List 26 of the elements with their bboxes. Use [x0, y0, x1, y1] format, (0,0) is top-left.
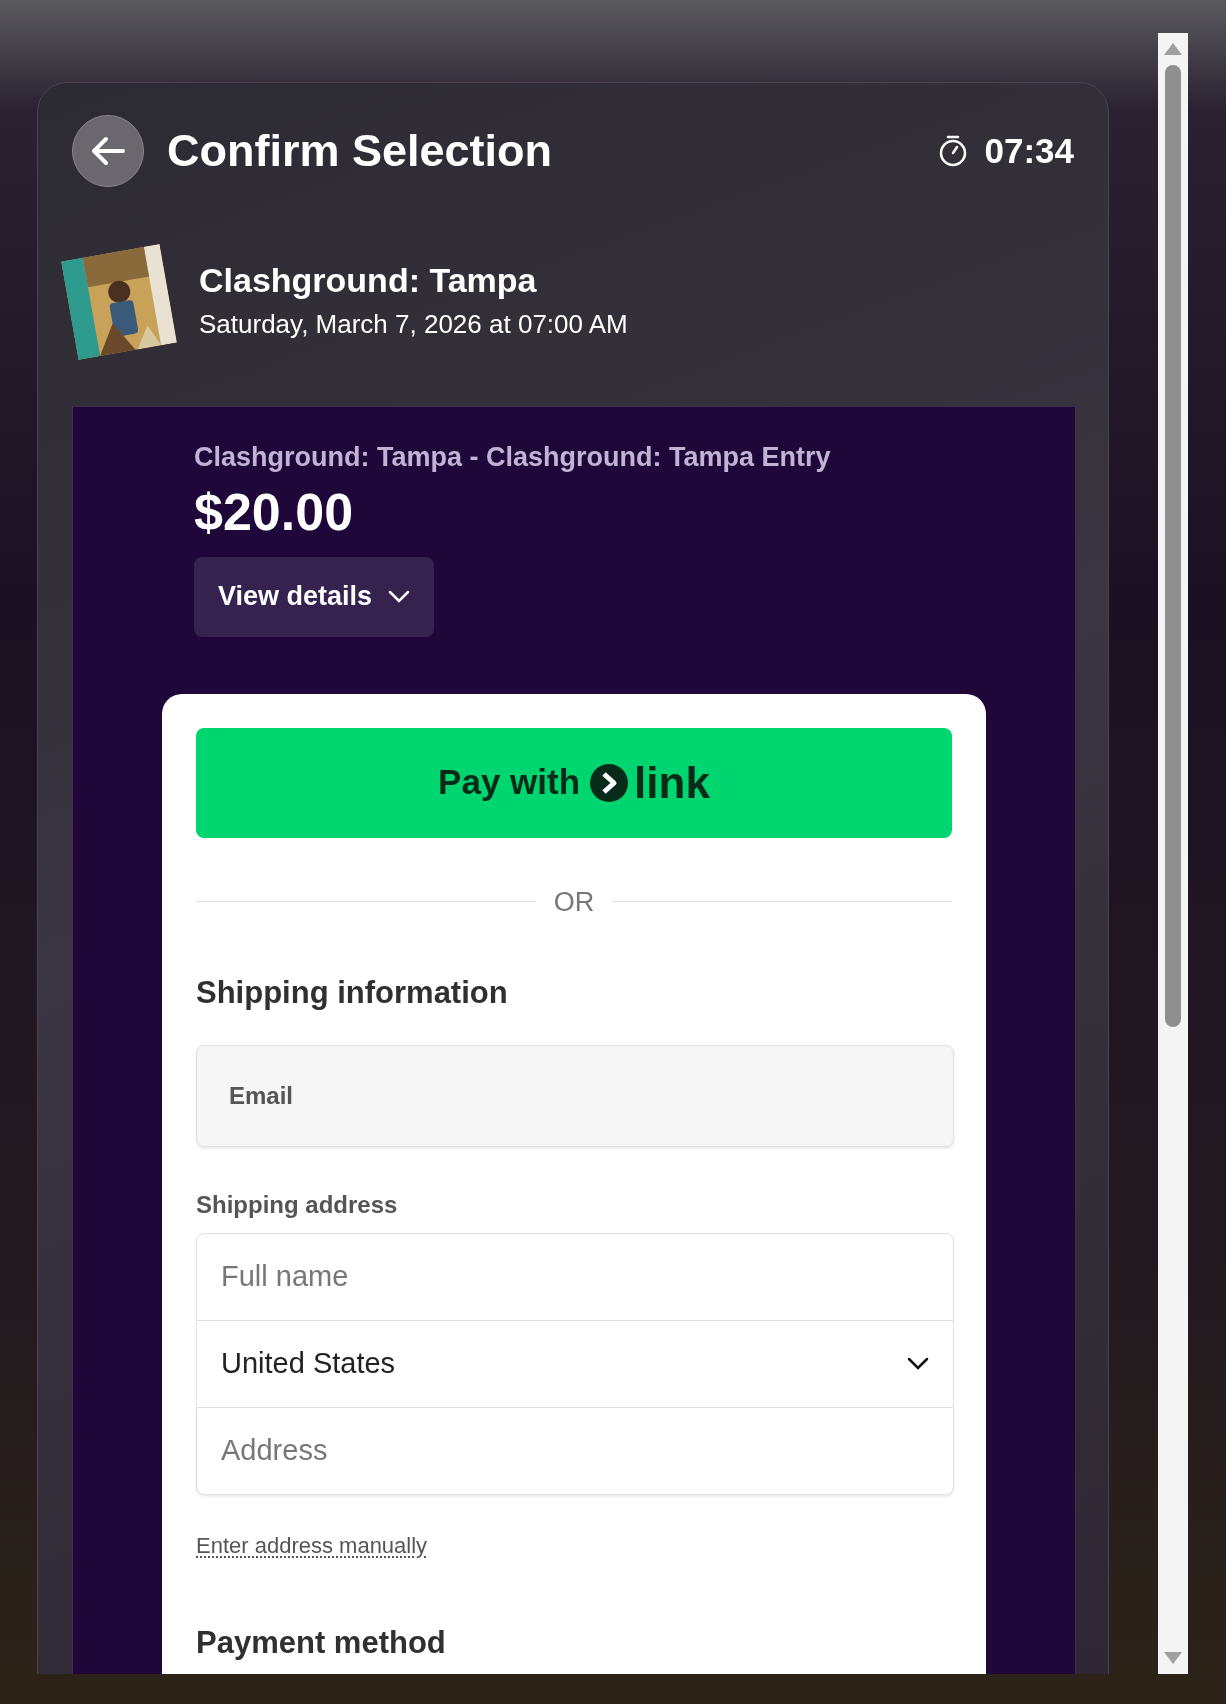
chevron-down-icon: [388, 590, 411, 603]
divider-label: OR: [553, 885, 595, 919]
product-name: Clashground: Tampa - Clashground: Tampa Entry: [194, 441, 831, 474]
scroll-up-icon[interactable]: [1164, 43, 1182, 55]
section-heading: Payment method: [196, 1623, 447, 1662]
email-field[interactable]: Email: [196, 1044, 954, 1147]
chevron-down-icon: [907, 1357, 929, 1370]
section-heading: Shipping information: [196, 974, 509, 1012]
text-field[interactable]: Address: [196, 1406, 954, 1495]
stopwatch-icon: [938, 135, 969, 167]
pay-with-link-button[interactable]: Pay with link: [196, 727, 952, 838]
price: $20.00: [194, 481, 354, 543]
link-logo-icon: [590, 763, 629, 802]
event-title: Clashground: Tampa: [199, 259, 538, 301]
text-field[interactable]: Full name: [196, 1232, 954, 1321]
view-details-button[interactable]: View details: [194, 556, 435, 637]
scrollbar-thumb[interactable]: [1165, 65, 1181, 1027]
country-select[interactable]: United States: [196, 1319, 954, 1408]
page-title: Confirm Selection: [167, 124, 553, 179]
scrollbar[interactable]: [1158, 33, 1188, 1674]
event-date: Saturday, March 7, 2026 at 07:00 AM: [199, 308, 628, 342]
back-arrow-icon: [91, 136, 125, 166]
countdown-timer: 07:34: [984, 129, 1074, 172]
scroll-down-icon[interactable]: [1164, 1652, 1182, 1664]
field-label: Shipping address: [196, 1189, 399, 1220]
enter-address-link[interactable]: Enter address manually: [196, 1528, 428, 1562]
